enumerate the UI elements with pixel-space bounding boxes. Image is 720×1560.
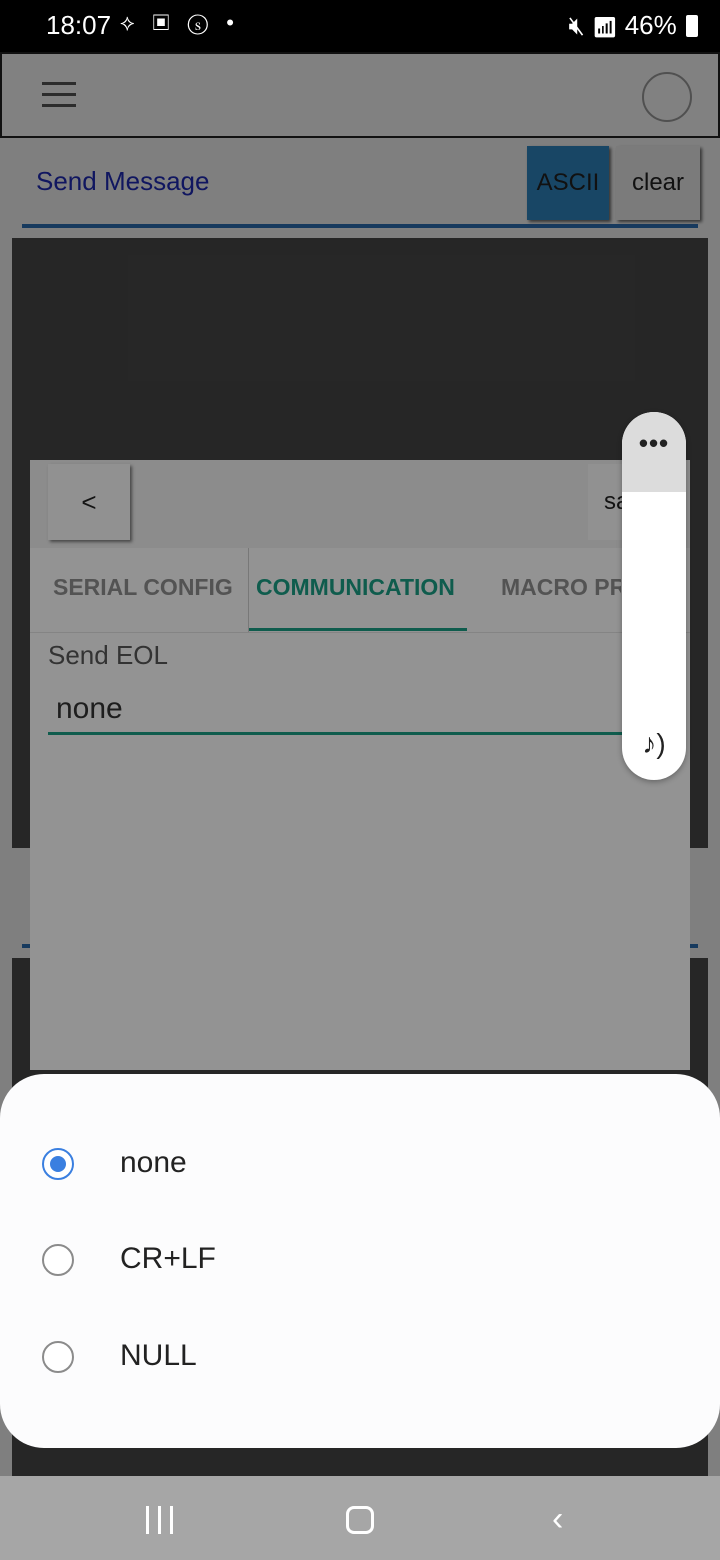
recent-apps-icon[interactable] xyxy=(146,1506,176,1534)
eol-options-sheet xyxy=(0,1074,720,1448)
notification-icons: ⟡ ▣ ⓢ • xyxy=(120,10,240,35)
option-none-label[interactable]: none xyxy=(120,1146,187,1180)
home-icon[interactable] xyxy=(346,1506,374,1534)
option-null-label[interactable]: NULL xyxy=(120,1339,197,1373)
more-options-icon[interactable]: ••• xyxy=(622,428,686,459)
music-note-volume-icon[interactable]: ♪) xyxy=(622,728,686,760)
wifi-icon: 📶︎ xyxy=(592,17,618,39)
back-icon[interactable]: ‹ xyxy=(552,1500,563,1539)
radio-none[interactable] xyxy=(42,1148,74,1180)
status-time: 18:07 xyxy=(46,10,112,40)
radio-cr-lf[interactable] xyxy=(42,1244,74,1276)
radio-null[interactable] xyxy=(42,1341,74,1373)
mute-icon: 🔇︎ xyxy=(568,10,585,40)
status-bar: 18:07 ⟡ ▣ ⓢ • 🔇︎ 📶︎ 46% xyxy=(0,0,720,52)
battery-percent: 46% xyxy=(624,10,677,40)
battery-icon xyxy=(686,15,698,37)
status-right: 🔇︎ 📶︎ 46% xyxy=(568,10,698,42)
volume-panel[interactable]: ••• ♪) xyxy=(622,412,686,780)
option-cr-lf-label[interactable]: CR+LF xyxy=(120,1242,216,1276)
dialog-scrim xyxy=(30,460,690,1070)
